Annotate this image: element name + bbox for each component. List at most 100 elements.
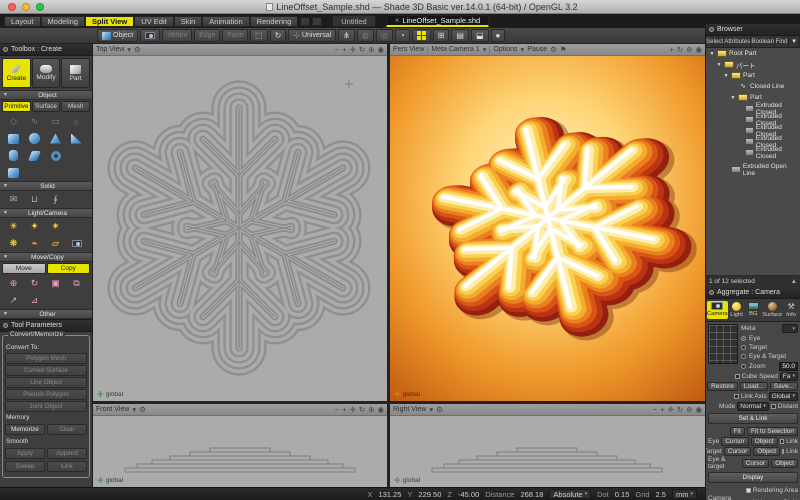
gear-icon[interactable]: ⚙ xyxy=(436,405,443,414)
ambient-light-button[interactable]: ❋ xyxy=(3,236,24,251)
front-view-canvas[interactable]: ✛global xyxy=(93,416,387,487)
object-mode-button[interactable]: Object xyxy=(97,29,138,42)
link-axis-select[interactable]: Global▾ xyxy=(769,392,798,401)
load-button[interactable]: Load... xyxy=(740,382,768,391)
tree-item-closed-line[interactable]: ∿Closed Line xyxy=(706,81,800,92)
restore-button[interactable]: Restore xyxy=(707,382,738,391)
disclosure-triangle[interactable]: ▼ xyxy=(730,95,736,101)
tab-surface[interactable]: Surface xyxy=(762,301,782,319)
unit-select[interactable]: mm▾ xyxy=(672,489,697,499)
lock-icon[interactable]: ▲ xyxy=(791,278,797,285)
object-section-bar[interactable]: ▼Object xyxy=(0,90,92,100)
panel-close-icon[interactable] xyxy=(709,27,714,32)
pan-button[interactable]: ✛ xyxy=(668,405,674,414)
rounded-cube-button[interactable] xyxy=(3,131,24,146)
camera-tool-button[interactable] xyxy=(140,29,160,42)
tab-primitive[interactable]: Primitive xyxy=(2,101,31,112)
disclosure-triangle[interactable]: ▼ xyxy=(723,73,729,79)
camera-create-button[interactable] xyxy=(66,236,87,251)
cylinder-primitive-button[interactable] xyxy=(3,148,24,163)
gear-icon[interactable]: ⚙ xyxy=(134,45,141,54)
link-axis-checkbox[interactable] xyxy=(734,394,739,399)
sweep-button[interactable]: Sweep xyxy=(5,461,45,472)
tree-item-extruded-open-line[interactable]: Extruded Open Line xyxy=(706,164,800,175)
eye-link-checkbox[interactable] xyxy=(780,439,785,444)
target-link-checkbox[interactable] xyxy=(782,449,784,454)
tree-item-extruded-closed[interactable]: Extruded Closed xyxy=(706,147,800,158)
target-radio-row[interactable]: Target xyxy=(741,344,798,351)
skeleton-tool-button[interactable]: ⋔ xyxy=(338,29,355,42)
move-button[interactable]: Move xyxy=(2,263,46,274)
set-link-section-bar[interactable]: Set & Link xyxy=(708,413,798,424)
save-button[interactable]: Save... xyxy=(770,382,798,391)
close-tab-icon[interactable]: × xyxy=(395,16,400,25)
eye-radio[interactable] xyxy=(741,336,746,341)
convert-polygon-mesh-button[interactable]: Polygon Mesh xyxy=(5,353,87,364)
copy-button[interactable]: Copy xyxy=(47,263,91,274)
minimize-window-button[interactable] xyxy=(22,3,30,11)
tab-attributes[interactable]: Attributes xyxy=(724,36,751,47)
torus-primitive-button[interactable] xyxy=(45,148,66,163)
panel-close-icon[interactable] xyxy=(709,290,714,295)
eye-target-cursor-button[interactable]: Cursor xyxy=(742,459,770,468)
tab-split-view[interactable]: Split View xyxy=(85,16,134,27)
zoom-in-button[interactable]: + xyxy=(660,405,664,414)
oblique-primitive-button[interactable] xyxy=(24,148,45,163)
zoom-out-button[interactable]: − xyxy=(335,405,339,414)
options-menu[interactable]: Options xyxy=(493,46,517,53)
tab-select[interactable]: Select xyxy=(706,36,724,47)
zoom-window-button[interactable] xyxy=(36,3,44,11)
zoom-radio[interactable] xyxy=(741,364,746,369)
tab-info[interactable]: ⚒Info xyxy=(783,301,799,319)
doc-tab-untitled[interactable]: Untitled xyxy=(332,15,375,27)
tab-find[interactable]: Find xyxy=(775,36,789,47)
world-tool-button[interactable]: ◔ xyxy=(395,29,410,42)
area-light-button[interactable]: ▱ xyxy=(45,236,66,251)
rotate-view-button[interactable]: ↻ xyxy=(359,405,365,414)
camera-select-caret-icon[interactable]: ▾ xyxy=(483,45,487,54)
eye-target-radio[interactable] xyxy=(741,354,746,359)
target-object-button[interactable]: Object xyxy=(753,447,780,456)
translate-tool-button[interactable]: ▣ xyxy=(45,276,66,291)
shear-tool-button[interactable]: ↗ xyxy=(3,293,24,308)
cube-speed-checkbox[interactable] xyxy=(735,374,740,379)
split-view-layout-button[interactable] xyxy=(412,29,431,42)
tree-item-root-part[interactable]: ▼Root Part xyxy=(706,48,800,59)
right-view-canvas[interactable]: ✛global xyxy=(390,416,705,487)
render-preview-button[interactable]: ● xyxy=(491,29,506,42)
pan-button[interactable]: ✛ xyxy=(350,405,356,414)
wedge-primitive-button[interactable] xyxy=(66,131,87,146)
right-viewport[interactable]: Right View ▾ ⚙ − + ✛ ↻ ⊕ ◉ xyxy=(390,404,705,487)
camera-select[interactable]: Meta Camera 1 xyxy=(431,46,479,53)
meta-dropdown[interactable]: ▾ xyxy=(782,324,798,333)
target-cursor-button[interactable]: Cursor xyxy=(724,447,752,456)
rotate-view-button[interactable]: ↻ xyxy=(677,405,683,414)
pers-view-canvas[interactable]: ✛global xyxy=(390,56,705,401)
tab-skin[interactable]: Skin xyxy=(174,16,203,27)
zoom-tool-button[interactable]: ⊕ xyxy=(368,45,374,54)
stack-tool-button[interactable]: ⧉ xyxy=(66,276,87,291)
move-copy-section-bar[interactable]: ▼Move/Copy xyxy=(0,252,92,262)
boolean-solid-button[interactable]: ⊔ xyxy=(24,192,45,207)
tree-item-part[interactable]: ▼Part xyxy=(706,70,800,81)
eye-button[interactable]: ◉ xyxy=(377,45,384,54)
pers-viewport[interactable]: Pers View Meta Camera 1 ▾ Options ▾ Paus… xyxy=(390,44,705,401)
top-view-canvas[interactable]: ✛global xyxy=(93,56,387,401)
bulb-tool-button[interactable]: ◎ xyxy=(376,29,393,42)
workspace-toggle-button[interactable] xyxy=(300,17,310,26)
camera-preview-thumbnail[interactable] xyxy=(708,324,738,364)
zoom-out-button[interactable]: − xyxy=(335,45,339,54)
monitor-view-button[interactable]: ⬓ xyxy=(471,29,489,42)
convert-curved-surface-button[interactable]: Curved Surface xyxy=(5,365,87,376)
display-section-bar[interactable]: Display xyxy=(708,472,798,483)
tab-boolean[interactable]: Boolean xyxy=(751,36,775,47)
options-caret-icon[interactable]: ▾ xyxy=(521,45,525,54)
convert-line-object-button[interactable]: Line Object xyxy=(5,377,87,388)
fit-to-selection-button[interactable]: Fit to Selection xyxy=(747,427,798,436)
sweep-solid-button[interactable]: ∮ xyxy=(45,192,66,207)
panel-close-icon[interactable] xyxy=(3,323,8,328)
zoom-in-button[interactable]: + xyxy=(669,45,673,54)
vertex-mode-button[interactable]: Vertex xyxy=(162,29,192,42)
tab-mesh[interactable]: Mesh xyxy=(61,101,90,112)
top-viewport[interactable]: Top View ▾ ⚙ − + ✛ ↻ ⊕ ◉ xyxy=(93,44,387,401)
